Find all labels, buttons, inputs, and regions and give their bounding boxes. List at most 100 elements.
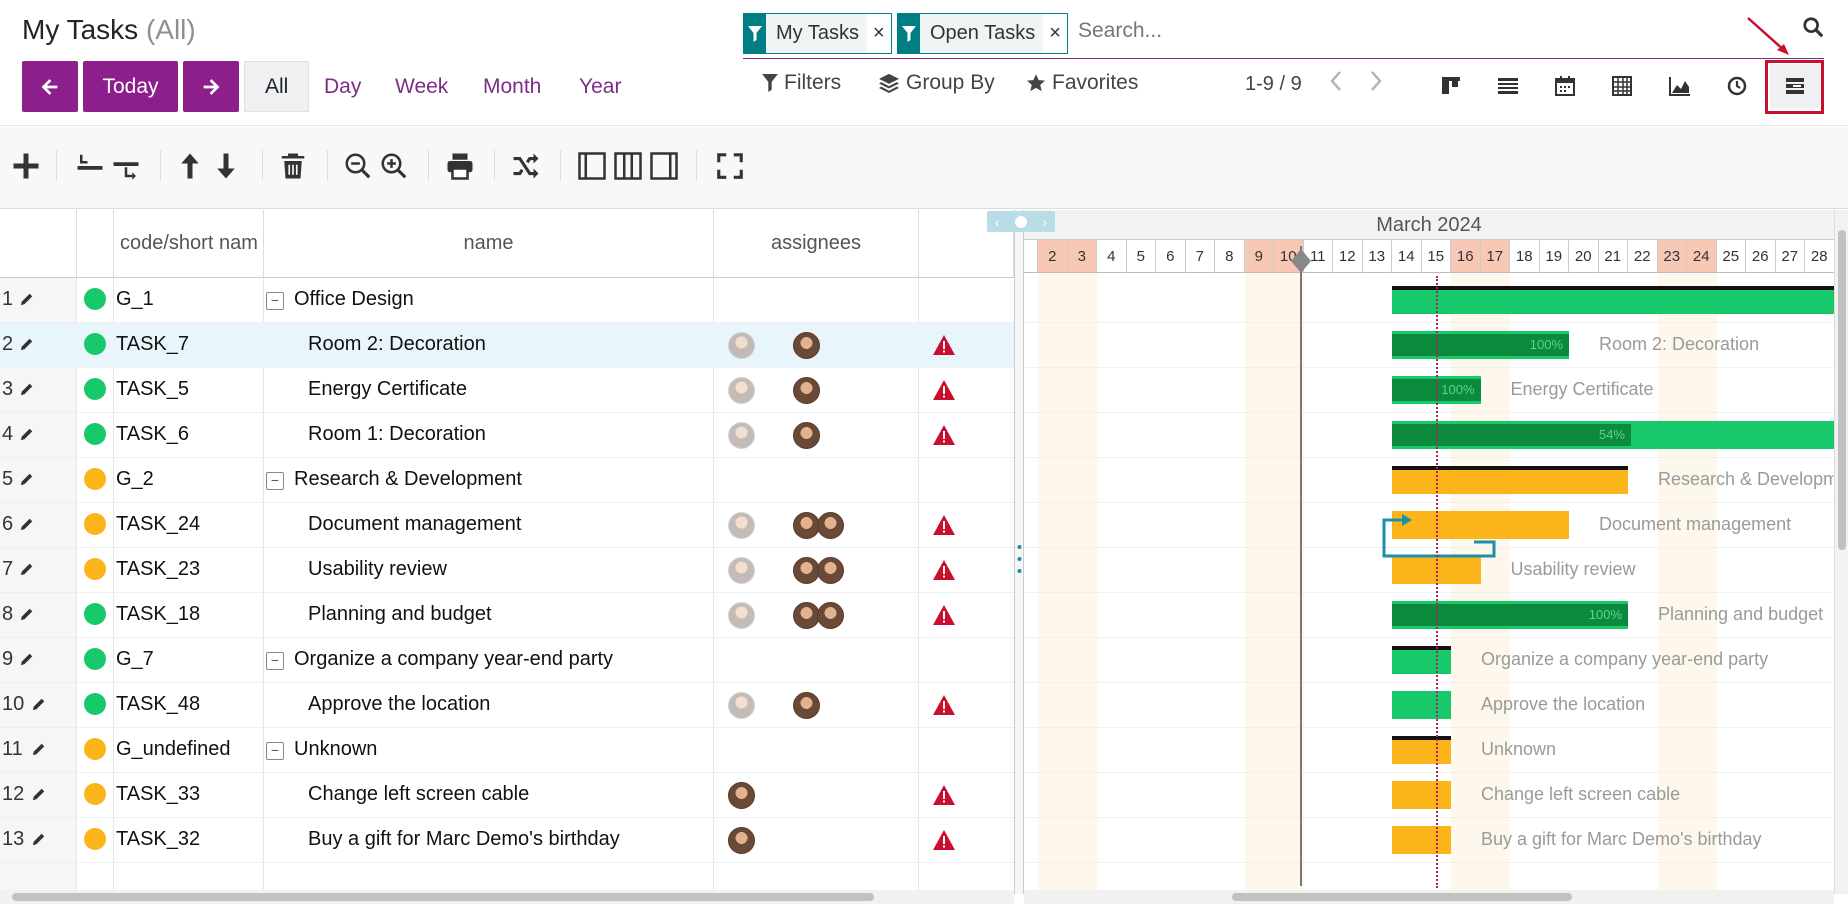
critical-path-button[interactable] bbox=[508, 148, 544, 184]
edit-icon[interactable] bbox=[20, 337, 34, 356]
task-name[interactable]: Buy a gift for Marc Demo's birthday bbox=[308, 828, 620, 851]
scale-all[interactable]: All bbox=[244, 61, 310, 112]
scale-day[interactable]: Day bbox=[324, 61, 361, 112]
next-button[interactable] bbox=[183, 61, 239, 112]
edit-icon[interactable] bbox=[32, 787, 46, 806]
task-bar[interactable]: 100% bbox=[1392, 601, 1628, 629]
group-by-button[interactable]: Group By bbox=[878, 71, 995, 95]
task-bar[interactable] bbox=[1392, 826, 1451, 854]
facet-remove-button[interactable]: × bbox=[867, 22, 891, 45]
view-kanban-button[interactable] bbox=[1426, 64, 1476, 108]
edit-icon[interactable] bbox=[20, 562, 34, 581]
collapse-group-icon[interactable]: − bbox=[266, 472, 284, 490]
gantt-horizontal-scrollbar[interactable] bbox=[1024, 890, 1834, 904]
task-name[interactable]: Change left screen cable bbox=[308, 783, 529, 806]
pane-splitter[interactable] bbox=[1014, 210, 1024, 894]
today-button[interactable]: Today bbox=[83, 61, 178, 112]
collapse-group-icon[interactable]: − bbox=[266, 292, 284, 310]
grid-scroll-thumb[interactable] bbox=[12, 893, 874, 901]
view-activity-button[interactable] bbox=[1712, 64, 1762, 108]
group-bar[interactable] bbox=[1392, 466, 1628, 494]
grid-only-button[interactable] bbox=[574, 148, 610, 184]
task-name[interactable]: Document management bbox=[308, 513, 521, 536]
task-name[interactable]: Room 2: Decoration bbox=[308, 333, 486, 356]
table-row[interactable]: 6 TASK_24 Document management bbox=[0, 503, 1014, 548]
task-bar[interactable]: 100% bbox=[1392, 331, 1569, 359]
view-graph-button[interactable] bbox=[1655, 64, 1705, 108]
table-row[interactable]: 1 G_1 − Office Design bbox=[0, 278, 1014, 323]
edit-icon[interactable] bbox=[20, 607, 34, 626]
collapse-group-icon[interactable]: − bbox=[266, 652, 284, 670]
fullscreen-button[interactable] bbox=[712, 148, 748, 184]
pager-next-button[interactable] bbox=[1368, 68, 1384, 100]
table-row[interactable]: 13 TASK_32 Buy a gift for Marc Demo's birt… bbox=[0, 818, 1014, 863]
zoom-out-button[interactable] bbox=[340, 148, 376, 184]
scale-month[interactable]: Month bbox=[483, 61, 541, 112]
task-bar[interactable] bbox=[1392, 781, 1451, 809]
dependency-link[interactable] bbox=[1364, 502, 1504, 582]
expand-all-button[interactable] bbox=[108, 148, 144, 184]
move-down-button[interactable] bbox=[208, 148, 244, 184]
task-name[interactable]: Unknown bbox=[294, 738, 377, 761]
move-up-button[interactable] bbox=[172, 148, 208, 184]
timeline-nav[interactable]: ‹ › bbox=[987, 211, 1055, 232]
grid-header-code[interactable]: code/short nam bbox=[114, 210, 264, 278]
facet-remove-button[interactable]: × bbox=[1043, 22, 1067, 45]
table-row[interactable]: 7 TASK_23 Usability review bbox=[0, 548, 1014, 593]
table-row[interactable]: 9 G_7 − Organize a company year-end party bbox=[0, 638, 1014, 683]
task-bar[interactable] bbox=[1392, 691, 1451, 719]
both-panes-button[interactable] bbox=[610, 148, 646, 184]
task-bar[interactable]: 54% bbox=[1392, 421, 1834, 449]
edit-icon[interactable] bbox=[32, 832, 46, 851]
grid-horizontal-scrollbar[interactable] bbox=[0, 890, 1014, 904]
group-bar[interactable] bbox=[1392, 286, 1834, 314]
edit-icon[interactable] bbox=[20, 517, 34, 536]
task-name[interactable]: Office Design bbox=[294, 288, 414, 311]
edit-icon[interactable] bbox=[20, 427, 34, 446]
vertical-scroll-thumb[interactable] bbox=[1838, 230, 1846, 550]
table-row[interactable]: 3 TASK_5 Energy Certificate bbox=[0, 368, 1014, 413]
task-name[interactable]: Usability review bbox=[308, 558, 447, 581]
task-name[interactable]: Planning and budget bbox=[308, 603, 492, 626]
chart-only-button[interactable] bbox=[646, 148, 682, 184]
group-bar[interactable] bbox=[1392, 646, 1451, 674]
table-row[interactable]: 11 G_undefined − Unknown bbox=[0, 728, 1014, 773]
collapse-group-icon[interactable]: − bbox=[266, 742, 284, 760]
task-name[interactable]: Energy Certificate bbox=[308, 378, 467, 401]
print-button[interactable] bbox=[442, 148, 478, 184]
task-name[interactable]: Approve the location bbox=[308, 693, 490, 716]
pager-value[interactable]: 1-9 / 9 bbox=[1245, 73, 1302, 96]
view-list-button[interactable] bbox=[1483, 64, 1533, 108]
view-pivot-button[interactable] bbox=[1597, 64, 1647, 108]
pager-prev-button[interactable] bbox=[1328, 68, 1344, 100]
edit-icon[interactable] bbox=[32, 697, 46, 716]
prev-button[interactable] bbox=[22, 61, 78, 112]
table-row[interactable]: 5 G_2 − Research & Development bbox=[0, 458, 1014, 503]
delete-button[interactable] bbox=[275, 148, 311, 184]
gantt-scroll-thumb[interactable] bbox=[1232, 893, 1572, 901]
table-row[interactable]: 4 TASK_6 Room 1: Decoration bbox=[0, 413, 1014, 458]
scale-year[interactable]: Year bbox=[579, 61, 621, 112]
favorites-button[interactable]: Favorites bbox=[1026, 71, 1138, 95]
filters-button[interactable]: Filters bbox=[762, 71, 841, 95]
search-button[interactable] bbox=[1802, 16, 1824, 44]
grid-header-name[interactable]: name bbox=[264, 210, 714, 278]
edit-icon[interactable] bbox=[20, 292, 34, 311]
group-bar[interactable] bbox=[1392, 736, 1451, 764]
edit-icon[interactable] bbox=[32, 742, 46, 761]
edit-icon[interactable] bbox=[20, 652, 34, 671]
table-row[interactable]: 2 TASK_7 Room 2: Decoration bbox=[0, 323, 1014, 368]
table-row[interactable]: 10 TASK_48 Approve the location bbox=[0, 683, 1014, 728]
chevron-right-icon[interactable]: › bbox=[1043, 214, 1048, 230]
edit-icon[interactable] bbox=[20, 382, 34, 401]
search-input[interactable] bbox=[1078, 19, 1678, 43]
zoom-in-button[interactable] bbox=[376, 148, 412, 184]
add-task-button[interactable] bbox=[8, 148, 44, 184]
chevron-left-icon[interactable]: ‹ bbox=[995, 214, 1000, 230]
collapse-all-button[interactable] bbox=[72, 148, 108, 184]
view-calendar-button[interactable] bbox=[1540, 64, 1590, 108]
task-name[interactable]: Organize a company year-end party bbox=[294, 648, 613, 671]
task-name[interactable]: Room 1: Decoration bbox=[308, 423, 486, 446]
edit-icon[interactable] bbox=[20, 472, 34, 491]
task-name[interactable]: Research & Development bbox=[294, 468, 522, 491]
